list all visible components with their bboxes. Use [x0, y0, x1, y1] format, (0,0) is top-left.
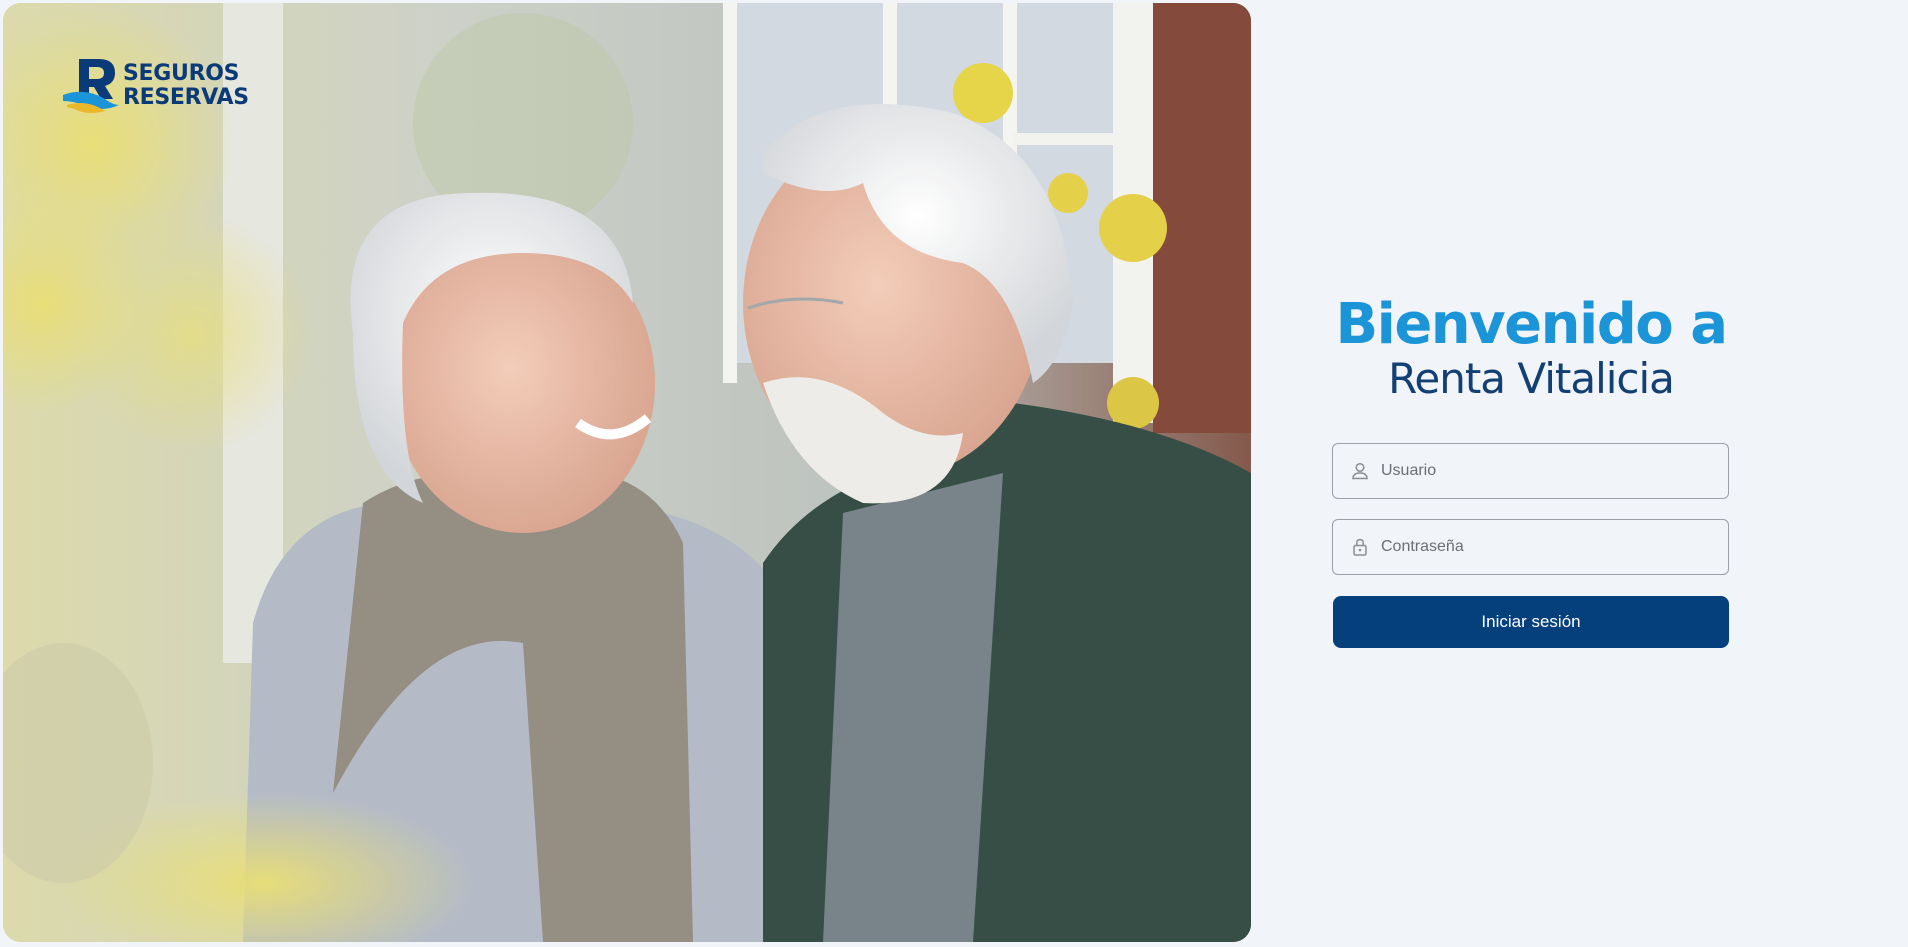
username-field[interactable]: [1332, 443, 1729, 499]
lock-icon: [1353, 538, 1367, 556]
product-title: Renta Vitalicia: [1388, 354, 1675, 403]
login-button[interactable]: Iniciar sesión: [1333, 596, 1729, 648]
brand-name: SEGUROS RESERVAS: [123, 62, 249, 110]
username-input[interactable]: [1381, 451, 1711, 491]
welcome-heading: Bienvenido a: [1335, 292, 1728, 357]
seguros-reservas-logo-icon: [63, 59, 119, 113]
user-icon: [1352, 462, 1368, 480]
brand-line-1: SEGUROS: [123, 61, 240, 86]
brand-line-2: RESERVAS: [123, 85, 249, 110]
hero-image-panel: SEGUROS RESERVAS: [3, 3, 1251, 942]
password-field[interactable]: [1332, 519, 1729, 575]
hero-photo: [3, 3, 1251, 942]
login-page: SEGUROS RESERVAS Bienvenido a Renta Vita…: [0, 0, 1908, 947]
password-input[interactable]: [1381, 527, 1711, 567]
brand-logo[interactable]: SEGUROS RESERVAS: [61, 55, 249, 117]
login-panel: Bienvenido a Renta Vitalicia Iniciar ses…: [1331, 0, 1731, 947]
